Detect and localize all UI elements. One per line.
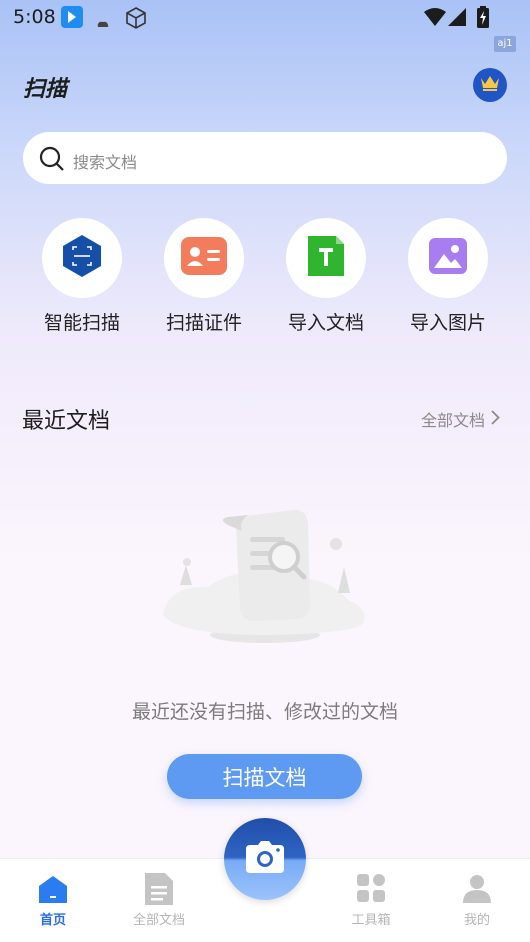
scan-id-label: 扫描证件 <box>165 312 242 334</box>
smart-scan-label: 智能扫描 <box>43 312 120 334</box>
vip-button[interactable] <box>473 68 507 102</box>
search-icon <box>39 146 65 176</box>
import-image-button[interactable]: 导入图片 <box>392 218 502 338</box>
nav-all-documents[interactable]: 全部文档 <box>119 873 199 928</box>
battery-icon <box>477 6 489 32</box>
nav-toolbox[interactable]: 工具箱 <box>331 873 411 928</box>
import-image-label: 导入图片 <box>409 312 486 334</box>
import-document-button[interactable]: 导入文档 <box>270 218 380 338</box>
id-card-icon <box>181 237 227 279</box>
empty-state-text: 最近还没有扫描、修改过的文档 <box>131 701 398 723</box>
cloud-icon <box>97 13 109 32</box>
scan-document-button[interactable]: 扫描文档 <box>167 754 362 799</box>
all-docs-link[interactable]: 全部文档 <box>421 407 500 431</box>
scan-id-circle <box>164 218 244 298</box>
nav-all-documents-label: 全部文档 <box>132 913 185 928</box>
chevron-right-icon <box>491 409 500 429</box>
nav-profile-label: 我的 <box>463 913 490 928</box>
toolbox-icon <box>331 873 411 907</box>
nav-home[interactable]: 首页 <box>13 873 93 928</box>
signal-icon <box>448 8 466 30</box>
wifi-icon <box>424 8 446 30</box>
smart-scan-circle <box>42 218 122 298</box>
camera-button[interactable] <box>224 818 306 900</box>
status-time: 5:08 <box>13 6 56 28</box>
search-placeholder: 搜索文档 <box>73 153 138 172</box>
import-image-circle <box>408 218 488 298</box>
app-title: 扫描 <box>23 77 68 102</box>
text-document-icon <box>308 236 344 280</box>
camera-icon <box>246 841 284 877</box>
crown-icon <box>479 74 501 96</box>
import-document-circle <box>286 218 366 298</box>
scan-id-button[interactable]: 扫描证件 <box>148 218 258 338</box>
import-document-label: 导入文档 <box>287 312 364 334</box>
empty-state-illustration <box>158 505 372 654</box>
status-bar: 5:08 <box>0 0 530 36</box>
nav-toolbox-label: 工具箱 <box>351 913 391 928</box>
nav-home-label: 首页 <box>39 913 66 928</box>
nav-profile[interactable]: 我的 <box>437 873 517 928</box>
image-icon <box>429 238 467 278</box>
debug-indicator: aj1 <box>494 36 516 52</box>
all-docs-label: 全部文档 <box>420 411 485 430</box>
document-icon <box>119 873 199 907</box>
search-input[interactable]: 搜索文档 <box>23 132 507 184</box>
smart-scan-button[interactable]: 智能扫描 <box>26 218 136 338</box>
smart-scan-icon <box>61 234 103 282</box>
profile-icon <box>437 873 517 907</box>
app-notification-icon <box>61 6 83 32</box>
home-icon <box>13 873 93 907</box>
box-icon <box>124 6 148 34</box>
recent-docs-title: 最近文档 <box>22 409 111 434</box>
